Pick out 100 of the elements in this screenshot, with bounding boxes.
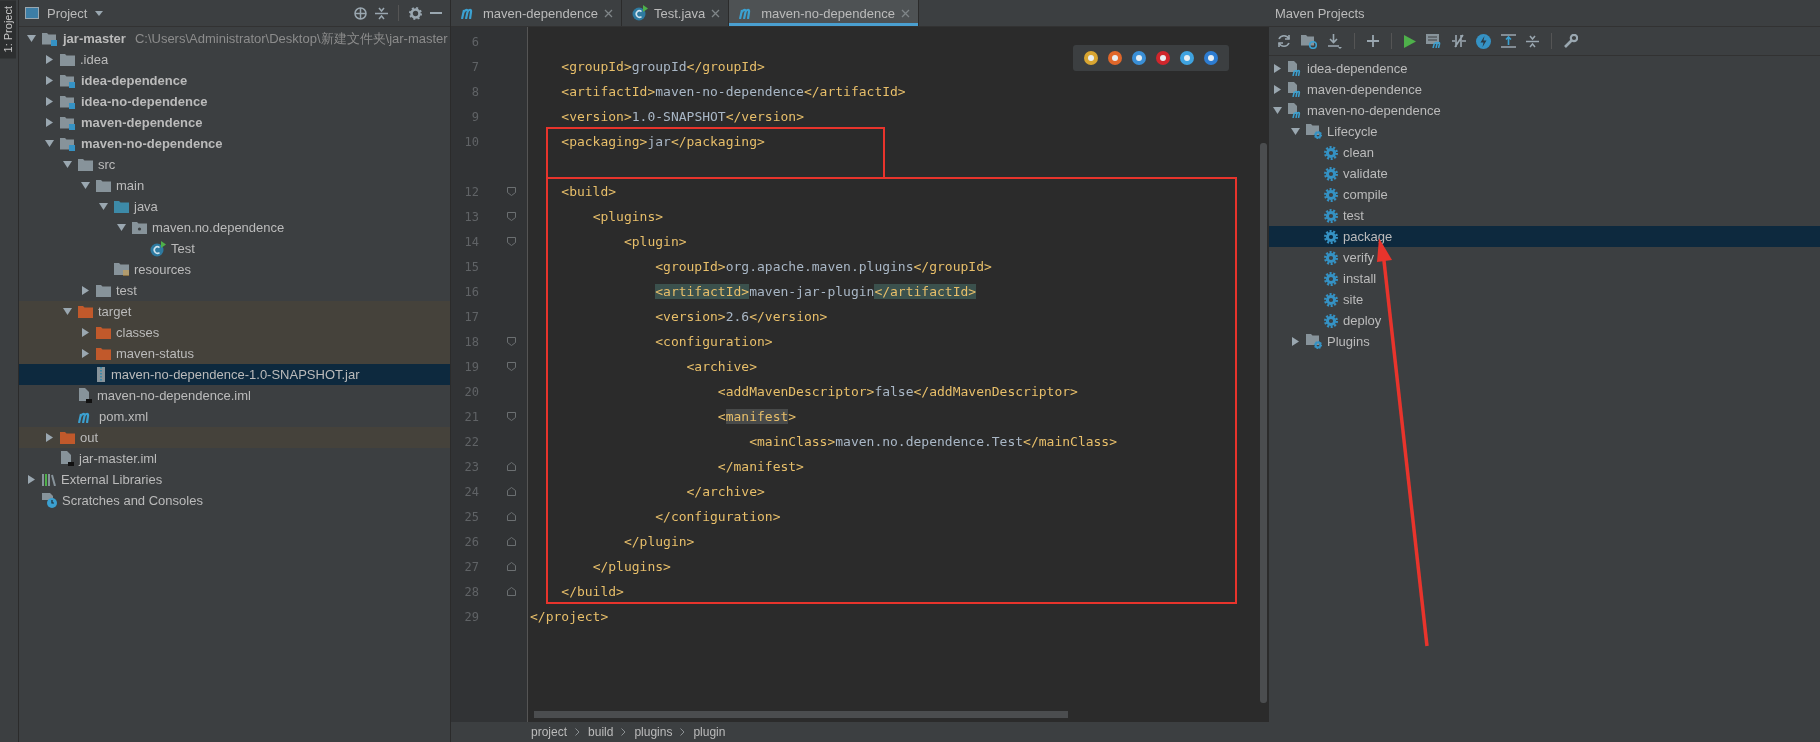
collapsed-arrow-icon[interactable] — [45, 118, 53, 127]
browser-icon[interactable] — [1083, 50, 1099, 66]
tree-item[interactable]: test — [1269, 205, 1820, 226]
scrollbar-thumb[interactable] — [534, 711, 1068, 718]
browser-icon[interactable] — [1155, 50, 1171, 66]
fold-marker-icon[interactable] — [507, 362, 516, 371]
tree-item[interactable]: site — [1269, 289, 1820, 310]
breadcrumb[interactable]: project — [531, 725, 568, 739]
tree-item[interactable]: maven-no-dependence-1.0-SNAPSHOT.jar — [19, 364, 450, 385]
tree-item[interactable]: maven-no-dependence — [19, 133, 450, 154]
tree-item[interactable]: maven.no.dependence — [19, 217, 450, 238]
collapsed-arrow-icon[interactable] — [1273, 64, 1281, 73]
tree-item[interactable]: compile — [1269, 184, 1820, 205]
panel-title[interactable]: Project — [47, 5, 88, 21]
tree-item[interactable]: maven-status — [19, 343, 450, 364]
tree-item[interactable]: idea-no-dependence — [19, 91, 450, 112]
close-icon[interactable] — [711, 8, 721, 18]
browser-icon[interactable] — [1179, 50, 1195, 66]
tree-item[interactable]: maven-no-dependence — [1269, 100, 1820, 121]
collapsed-arrow-icon[interactable] — [45, 97, 53, 106]
tree-item[interactable]: maven-dependence — [19, 112, 450, 133]
tree-item[interactable]: install — [1269, 268, 1820, 289]
editor-tab[interactable]: maven-dependence — [451, 0, 622, 26]
expanded-arrow-icon[interactable] — [26, 35, 36, 42]
tree-item[interactable]: clean — [1269, 142, 1820, 163]
collapsed-arrow-icon[interactable] — [81, 349, 89, 358]
collapsed-arrow-icon[interactable] — [81, 286, 89, 295]
fold-marker-icon[interactable] — [507, 512, 516, 521]
caret-icon[interactable] — [95, 10, 104, 16]
tree-item[interactable]: package — [1269, 226, 1820, 247]
tree-item[interactable]: verify — [1269, 247, 1820, 268]
fold-marker-icon[interactable] — [507, 337, 516, 346]
collapsed-arrow-icon[interactable] — [81, 328, 89, 337]
tree-item[interactable]: .idea — [19, 49, 450, 70]
fold-marker-icon[interactable] — [507, 562, 516, 571]
fold-marker-icon[interactable] — [507, 537, 516, 546]
scrollbar-thumb[interactable] — [1260, 143, 1267, 703]
collapsed-arrow-icon[interactable] — [45, 55, 53, 64]
fold-marker-icon[interactable] — [507, 212, 516, 221]
tool-window-tab[interactable]: 1: Project — [0, 0, 16, 59]
expanded-arrow-icon[interactable] — [98, 203, 108, 210]
tree-item[interactable]: target — [19, 301, 450, 322]
fold-marker-icon[interactable] — [507, 462, 516, 471]
expanded-arrow-icon[interactable] — [1272, 107, 1282, 114]
breadcrumb[interactable]: plugins — [634, 725, 673, 739]
tree-item[interactable]: Plugins — [1269, 331, 1820, 352]
add-icon[interactable] — [1367, 35, 1379, 47]
target-icon[interactable] — [354, 6, 367, 20]
fold-marker-icon[interactable] — [507, 412, 516, 421]
tree-item[interactable]: resources — [19, 259, 450, 280]
tree-item[interactable]: jar-master C:\Users\Administrator\Desktop\新建文件夹\jar-master — [19, 28, 450, 49]
expanded-arrow-icon[interactable] — [116, 224, 126, 231]
download-icon[interactable] — [1327, 33, 1342, 49]
expand-icon[interactable] — [1501, 34, 1516, 48]
wrench-icon[interactable] — [1564, 34, 1578, 48]
collapsed-arrow-icon[interactable] — [1273, 85, 1281, 94]
tree-item[interactable]: main — [19, 175, 450, 196]
collapsed-arrow-icon[interactable] — [1291, 337, 1299, 346]
settings-icon[interactable] — [409, 6, 422, 20]
tree-item[interactable]: idea-dependence — [19, 70, 450, 91]
fold-marker-icon[interactable] — [507, 587, 516, 596]
collapse-icon[interactable] — [375, 6, 388, 20]
tree-item[interactable]: out — [19, 427, 450, 448]
collapsed-arrow-icon[interactable] — [27, 475, 35, 484]
refresh-icon[interactable] — [1277, 34, 1291, 48]
tree-item[interactable]: maven-dependence — [1269, 79, 1820, 100]
tree-item[interactable]: External Libraries — [19, 469, 450, 490]
tree-item[interactable]: jar-master.iml — [19, 448, 450, 469]
tree-item[interactable]: java — [19, 196, 450, 217]
fold-marker-icon[interactable] — [507, 487, 516, 496]
minimize-icon[interactable] — [430, 11, 442, 15]
breadcrumb[interactable]: build — [588, 725, 614, 739]
expanded-arrow-icon[interactable] — [62, 308, 72, 315]
editor-tab[interactable]: maven-no-dependence — [729, 0, 919, 26]
browser-icon[interactable] — [1131, 50, 1147, 66]
tree-item[interactable]: pom.xml — [19, 406, 450, 427]
breadcrumb[interactable]: plugin — [693, 725, 726, 739]
fold-marker-icon[interactable] — [507, 237, 516, 246]
browser-icon[interactable] — [1107, 50, 1123, 66]
tree-item[interactable]: deploy — [1269, 310, 1820, 331]
tree-item[interactable]: test — [19, 280, 450, 301]
run-icon[interactable] — [1404, 34, 1416, 48]
toggle-offline-icon[interactable] — [1452, 34, 1466, 48]
tree-item[interactable]: Lifecycle — [1269, 121, 1820, 142]
collapsed-arrow-icon[interactable] — [45, 433, 53, 442]
collapsed-arrow-icon[interactable] — [45, 76, 53, 85]
tree-item[interactable]: Test — [19, 238, 450, 259]
tree-item[interactable]: Scratches and Consoles — [19, 490, 450, 511]
browser-icon[interactable] — [1203, 50, 1219, 66]
expanded-arrow-icon[interactable] — [1290, 128, 1300, 135]
tree-item[interactable]: idea-dependence — [1269, 58, 1820, 79]
tree-item[interactable]: validate — [1269, 163, 1820, 184]
fold-marker-icon[interactable] — [507, 187, 516, 196]
execute-goal-icon[interactable] — [1426, 34, 1442, 48]
tree-item[interactable]: classes — [19, 322, 450, 343]
expanded-arrow-icon[interactable] — [44, 140, 54, 147]
expanded-arrow-icon[interactable] — [80, 182, 90, 189]
tree-item[interactable]: src — [19, 154, 450, 175]
expanded-arrow-icon[interactable] — [62, 161, 72, 168]
close-icon[interactable] — [603, 8, 613, 18]
